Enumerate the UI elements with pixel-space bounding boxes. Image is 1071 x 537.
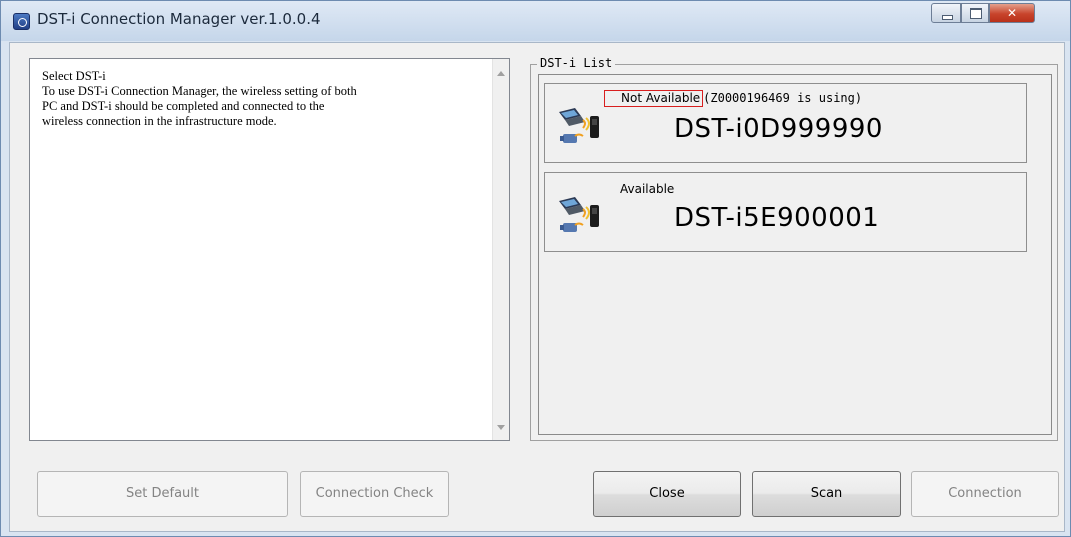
info-text: Select DST-i To use DST-i Connection Man… — [42, 69, 482, 129]
close-button[interactable]: Close — [593, 471, 741, 517]
laptop-wireless-device-icon — [559, 197, 599, 232]
window-title: DST-i Connection Manager ver.1.0.0.4 — [37, 10, 321, 28]
device-status: Available — [620, 182, 675, 196]
info-line: Select DST-i — [42, 69, 106, 83]
info-text-box[interactable]: Select DST-i To use DST-i Connection Man… — [29, 58, 510, 441]
info-scrollbar[interactable] — [492, 59, 509, 440]
scan-button[interactable]: Scan — [752, 471, 901, 517]
device-card[interactable]: Available DST-i5E900001 — [544, 172, 1027, 252]
title-bar[interactable]: DST-i Connection Manager ver.1.0.0.4 — [1, 1, 1070, 41]
device-card[interactable]: Not Available (Z0000196469 is using) DST-… — [544, 83, 1027, 163]
info-line: PC and DST-i should be completed and con… — [42, 99, 325, 113]
status-highlight: Not Available — [604, 90, 704, 107]
connection-check-button[interactable]: Connection Check — [300, 471, 449, 517]
close-window-button[interactable] — [989, 3, 1035, 23]
scroll-down-arrow-icon[interactable] — [497, 425, 505, 430]
set-default-button[interactable]: Set Default — [37, 471, 288, 517]
connection-button[interactable]: Connection — [911, 471, 1059, 517]
info-line: wireless connection in the infrastructur… — [42, 114, 277, 128]
scroll-up-arrow-icon[interactable] — [497, 71, 505, 76]
laptop-wireless-device-icon — [559, 108, 599, 143]
device-status: Not Available (Z0000196469 is using) — [604, 90, 863, 107]
info-line: To use DST-i Connection Manager, the wir… — [42, 84, 357, 98]
minimize-button[interactable] — [931, 3, 961, 23]
dst-list-legend: DST-i List — [537, 56, 616, 70]
device-name: DST-i0D999990 — [674, 114, 883, 144]
device-name: DST-i5E900001 — [674, 203, 880, 233]
status-detail: (Z0000196469 is using) — [703, 91, 863, 105]
app-icon — [13, 13, 30, 30]
maximize-button[interactable] — [961, 3, 989, 23]
